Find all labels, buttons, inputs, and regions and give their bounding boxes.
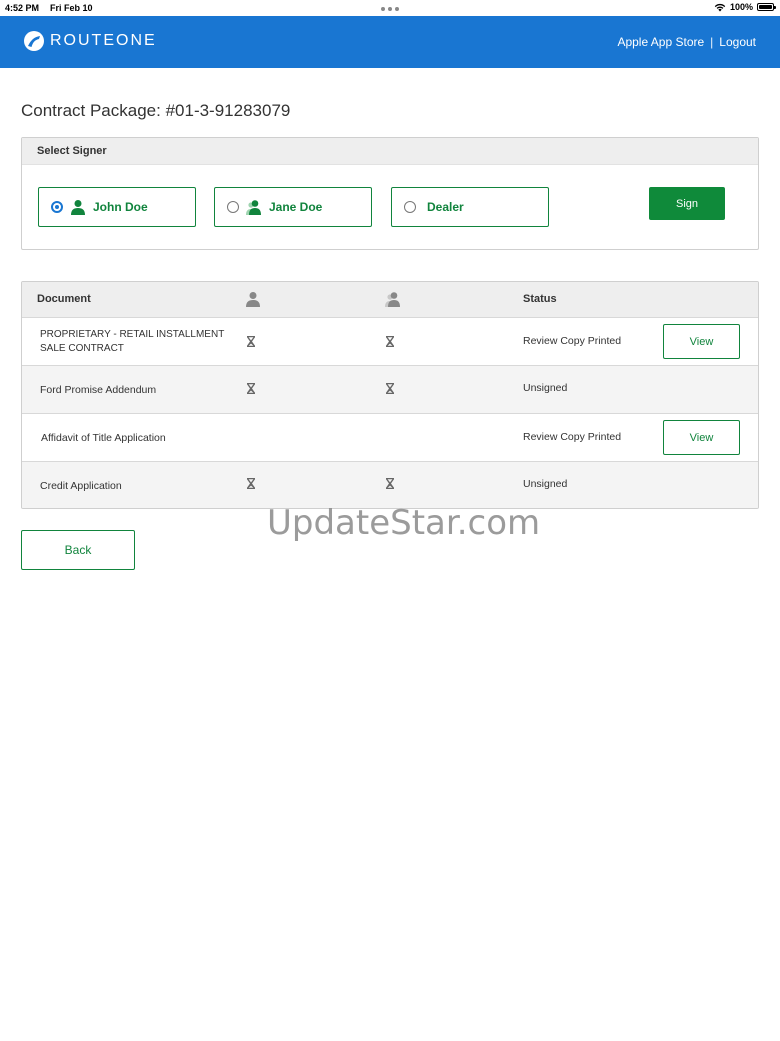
document-name: Affidavit of Title Application: [41, 432, 166, 444]
radio-unselected[interactable]: [227, 201, 239, 213]
back-button[interactable]: Back: [21, 530, 135, 570]
document-name: Ford Promise Addendum: [40, 384, 157, 396]
document-name: Credit Application: [40, 480, 122, 492]
hourglass-icon: [247, 383, 255, 394]
link-separator: |: [710, 35, 714, 49]
radio-unselected[interactable]: [404, 201, 416, 213]
select-signer-panel: Select Signer John Doe Jane Doe Dealer S…: [21, 137, 759, 250]
documents-table: Document Status PROPRIETARY - RETAIL INS…: [21, 281, 759, 509]
status-date: Fri Feb 10: [50, 3, 93, 13]
document-status: Unsigned: [523, 382, 568, 394]
logo-text: ROUTEONE: [50, 32, 157, 49]
person-icon: [71, 200, 85, 215]
hourglass-icon: [386, 478, 394, 489]
view-button[interactable]: View: [663, 420, 740, 455]
signer-label: John Doe: [93, 200, 148, 214]
wifi-icon: [714, 3, 726, 11]
table-row: Credit Application Unsigned: [22, 462, 758, 508]
status-right: 100%: [714, 2, 776, 12]
logout-link[interactable]: Logout: [719, 35, 756, 49]
signer-label: Dealer: [427, 200, 464, 214]
hourglass-icon: [386, 383, 394, 394]
document-name: PROPRIETARY - RETAIL INSTALLMENT SALE CO…: [40, 329, 225, 354]
select-signer-heading: Select Signer: [22, 138, 758, 165]
column-document: Document: [37, 293, 91, 305]
routeone-logo-icon: [24, 31, 44, 51]
signer-option-john-doe[interactable]: John Doe: [38, 187, 196, 227]
column-status: Status: [523, 293, 557, 305]
buyer-column-icon: [246, 292, 260, 307]
signer-option-dealer[interactable]: Dealer: [391, 187, 549, 227]
app-store-link[interactable]: Apple App Store: [617, 35, 704, 49]
battery-icon: [757, 3, 776, 11]
radio-selected[interactable]: [51, 201, 63, 213]
document-status: Unsigned: [523, 478, 568, 490]
app-header: ROUTEONE Apple App Store | Logout: [0, 16, 780, 68]
watermark-text: UpdateStar.com: [267, 503, 541, 543]
signer-label: Jane Doe: [269, 200, 323, 214]
document-status: Review Copy Printed: [523, 335, 622, 347]
battery-percent: 100%: [729, 2, 753, 12]
view-button[interactable]: View: [663, 324, 740, 359]
hourglass-icon: [386, 336, 394, 347]
document-status: Review Copy Printed: [523, 431, 622, 443]
table-row: Ford Promise Addendum Unsigned: [22, 366, 758, 414]
sign-button[interactable]: Sign: [649, 187, 725, 220]
routeone-logo: ROUTEONE: [24, 31, 157, 51]
table-row: PROPRIETARY - RETAIL INSTALLMENT SALE CO…: [22, 318, 758, 366]
status-time: 4:52 PM: [5, 3, 40, 13]
hourglass-icon: [247, 336, 255, 347]
multitasking-dots-icon[interactable]: [381, 7, 399, 11]
header-links: Apple App Store | Logout: [617, 35, 756, 49]
signer-option-jane-doe[interactable]: Jane Doe: [214, 187, 372, 227]
co-buyer-column-icon: [385, 292, 400, 307]
hourglass-icon: [247, 478, 255, 489]
status-bar: 4:52 PM Fri Feb 10 100%: [0, 0, 780, 16]
table-row: Affidavit of Title Application Review Co…: [22, 414, 758, 462]
table-header: Document Status: [22, 282, 758, 318]
page-title: Contract Package: #01-3-91283079: [21, 101, 291, 120]
co-buyer-icon: [246, 200, 261, 215]
